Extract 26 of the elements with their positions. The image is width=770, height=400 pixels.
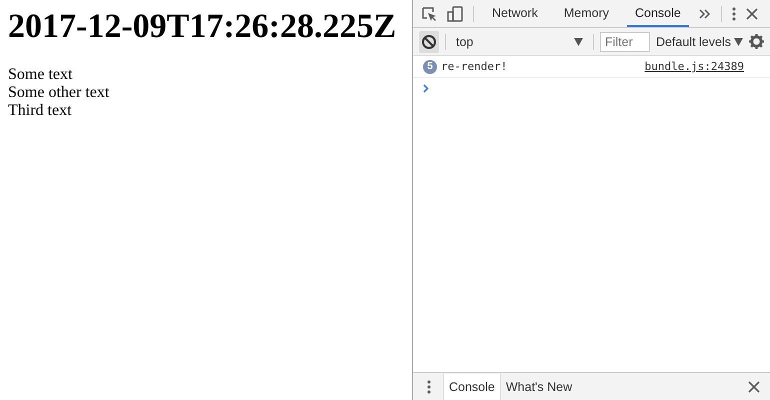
page-text: Third text: [8, 102, 73, 120]
devtools-tab[interactable]: Memory: [556, 0, 617, 27]
drawer-tab[interactable]: What's New: [500, 374, 578, 400]
prompt-icon[interactable]: [423, 84, 429, 93]
page-text: Some other text: [8, 84, 110, 102]
levels-dropdown[interactable]: Default levels: [656, 34, 743, 48]
drawer-tab[interactable]: Console: [443, 374, 501, 400]
source-link[interactable]: bundle.js:24389: [644, 60, 744, 73]
device-icon[interactable]: [447, 6, 463, 22]
page-text: Some text: [8, 66, 74, 84]
more-tabs-icon[interactable]: [698, 8, 711, 18]
inspect-icon[interactable]: [421, 6, 437, 22]
console-message: re-render!: [441, 60, 508, 73]
settings-icon[interactable]: [749, 34, 764, 49]
context-dropdown[interactable]: top: [452, 34, 587, 48]
dropdown-arrow-icon: [734, 38, 743, 46]
kebab-menu-icon[interactable]: [732, 6, 736, 20]
clear-console-button[interactable]: [419, 30, 439, 52]
filter-field[interactable]: Filter: [600, 32, 650, 52]
close-icon[interactable]: [748, 380, 760, 392]
repeat-count-badge: 5: [423, 60, 437, 74]
dropdown-arrow-icon: [574, 38, 583, 46]
close-icon[interactable]: [746, 8, 758, 20]
devtools-tab[interactable]: Network: [484, 0, 546, 27]
kebab-menu-icon[interactable]: [427, 380, 431, 394]
page-heading: 2017-12-09T17:26:28.225Z: [8, 8, 398, 46]
